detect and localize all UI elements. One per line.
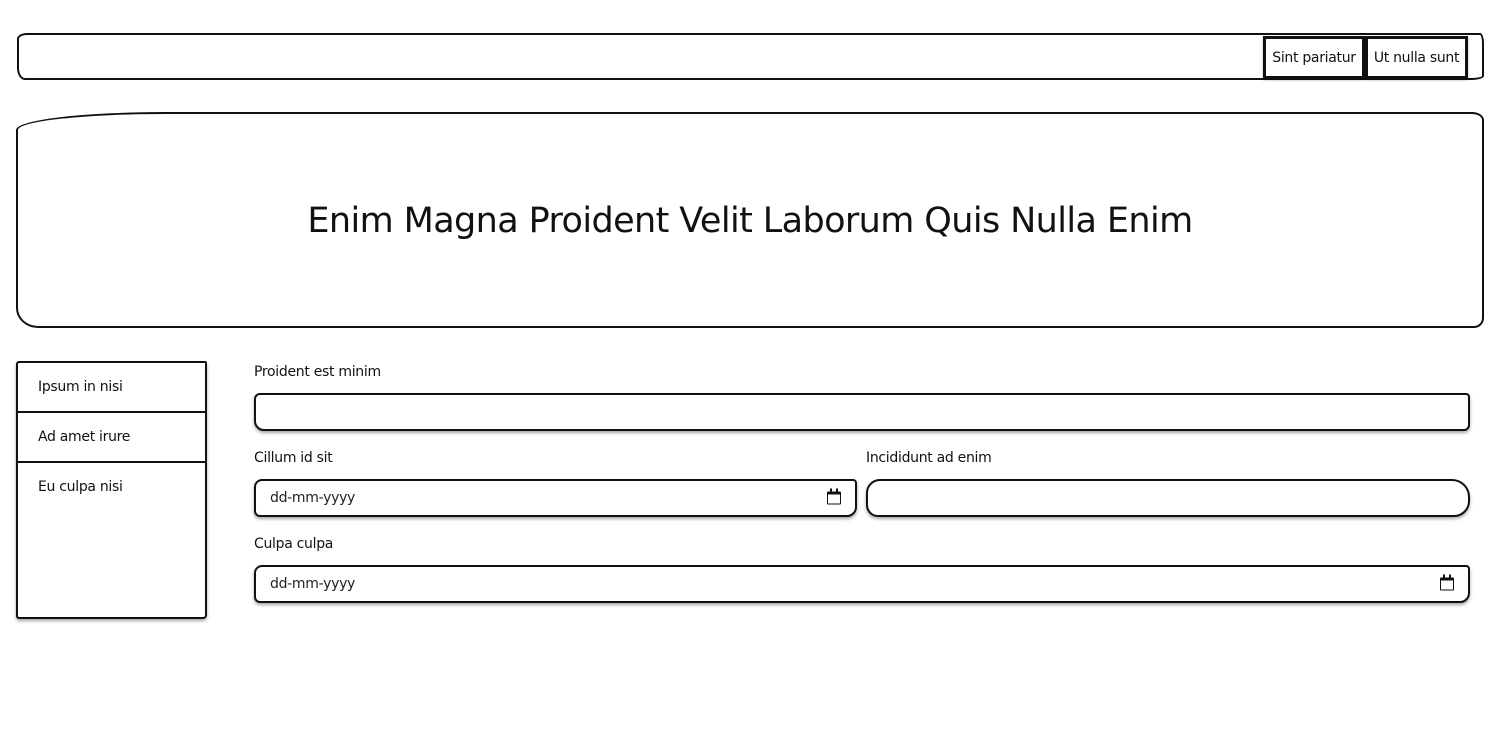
hero-title: Enim Magna Proident Velit Laborum Quis N… bbox=[307, 201, 1193, 241]
hero-banner: Enim Magna Proident Velit Laborum Quis N… bbox=[16, 112, 1484, 328]
nav-button-ut-nulla-sunt[interactable]: Ut nulla sunt bbox=[1365, 36, 1468, 79]
calendar-icon[interactable] bbox=[827, 488, 841, 505]
text-input-proident-est-minim[interactable] bbox=[254, 393, 1470, 431]
top-navbar: Sint pariatur Ut nulla sunt bbox=[17, 33, 1484, 80]
field-label-cillum-id-sit: Cillum id sit bbox=[254, 450, 333, 466]
date-placeholder: dd-mm-yyyy bbox=[270, 576, 356, 592]
sidebar-menu: Ipsum in nisi Ad amet irure Eu culpa nis… bbox=[16, 361, 207, 619]
date-input-cillum-id-sit[interactable]: dd-mm-yyyy bbox=[254, 479, 857, 517]
sidebar-item-ad-amet-irure[interactable]: Ad amet irure bbox=[18, 413, 205, 463]
date-input-culpa-culpa[interactable]: dd-mm-yyyy bbox=[254, 565, 1470, 603]
page: Sint pariatur Ut nulla sunt Enim Magna P… bbox=[0, 0, 1500, 752]
text-input-incididunt-ad-enim[interactable] bbox=[866, 479, 1470, 517]
sidebar-item-eu-culpa-nisi[interactable]: Eu culpa nisi bbox=[18, 463, 205, 513]
sidebar-item-ipsum-in-nisi[interactable]: Ipsum in nisi bbox=[18, 363, 205, 413]
calendar-icon[interactable] bbox=[1440, 574, 1454, 591]
field-label-incididunt-ad-enim: Incididunt ad enim bbox=[866, 450, 992, 466]
nav-button-sint-pariatur[interactable]: Sint pariatur bbox=[1263, 36, 1365, 79]
date-placeholder: dd-mm-yyyy bbox=[270, 490, 356, 506]
field-label-proident-est-minim: Proident est minim bbox=[254, 364, 381, 380]
field-label-culpa-culpa: Culpa culpa bbox=[254, 536, 334, 552]
